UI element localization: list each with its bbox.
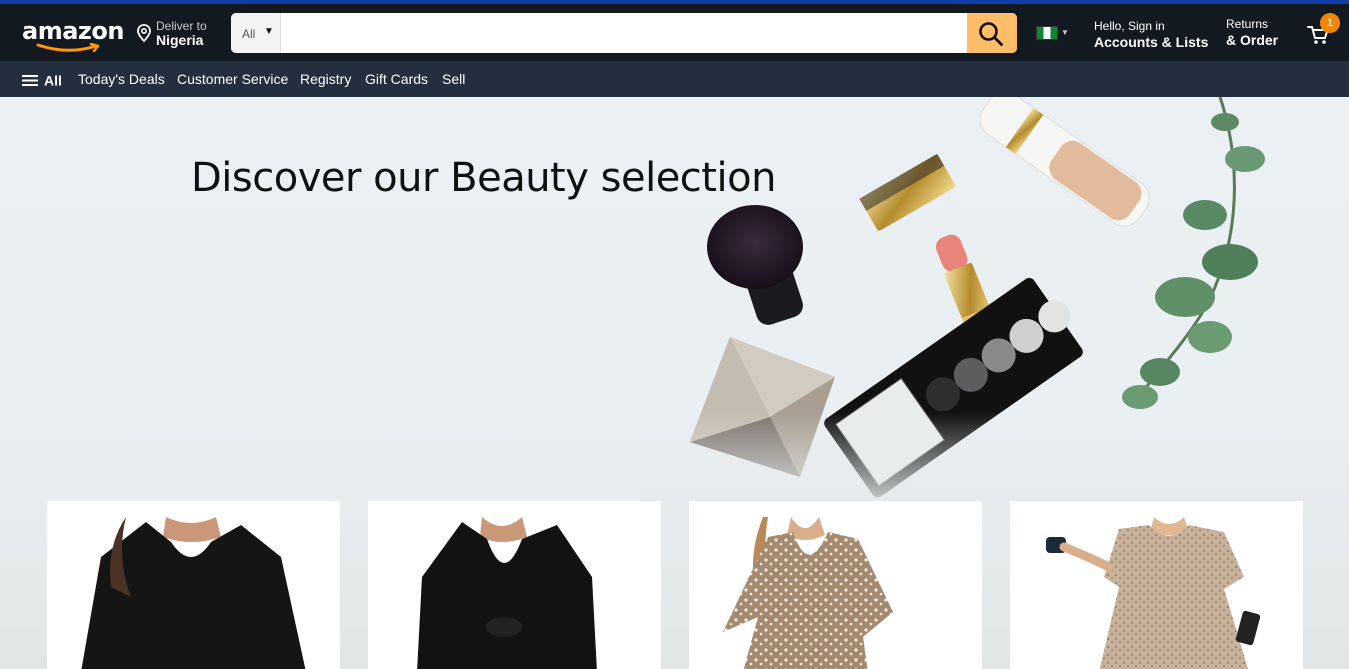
amazon-logo[interactable]: amazon: [22, 17, 124, 54]
nav-link-todays-deals[interactable]: Today's Deals: [78, 71, 165, 87]
hamburger-menu-icon: [22, 74, 38, 86]
chevron-down-icon: ▼: [1061, 28, 1069, 37]
search-bar: All ▼: [231, 13, 1017, 53]
account-lists: Accounts & Lists: [1094, 34, 1209, 50]
logo-smile-icon: [36, 43, 100, 53]
chevron-down-icon: ▼: [264, 26, 274, 37]
cart-count-badge: 1: [1320, 13, 1340, 33]
nav-link-registry[interactable]: Registry: [300, 71, 351, 87]
product-card-2[interactable]: [368, 501, 661, 669]
nav-link-sell[interactable]: Sell: [442, 71, 465, 87]
nav-link-customer-service[interactable]: Customer Service: [177, 71, 288, 87]
orders-label: & Order: [1226, 32, 1279, 48]
account-menu[interactable]: Hello, Sign in Accounts & Lists: [1094, 19, 1208, 50]
beige-puff-sleeve-dress-image: [1046, 517, 1261, 669]
search-button[interactable]: [967, 13, 1017, 53]
search-category-select[interactable]: All ▼: [231, 13, 281, 53]
location-pin-icon: [137, 24, 151, 42]
product-card-3[interactable]: [689, 501, 982, 669]
returns-orders[interactable]: Returns & Order: [1226, 17, 1278, 48]
product-card-1[interactable]: [47, 501, 340, 669]
logo-text: amazon: [22, 17, 124, 45]
deliver-country: Nigeria: [156, 32, 204, 48]
deliver-to[interactable]: Deliver to Nigeria: [136, 18, 216, 50]
all-menu-label: All: [44, 72, 62, 89]
search-icon: [979, 22, 1003, 46]
nav-belt: amazon Deliver to Nigeria All ▼ ▼ Hello,…: [0, 4, 1349, 61]
product-card-4[interactable]: [1010, 501, 1303, 669]
language-selector[interactable]: ▼: [1036, 26, 1070, 42]
deliver-to-label: Deliver to: [156, 19, 207, 33]
beauty-products-image: [640, 97, 1349, 517]
leopard-print-dress-image: [723, 517, 893, 669]
nigeria-flag-icon: [1036, 26, 1058, 40]
all-menu-button[interactable]: All: [22, 71, 62, 88]
cart-button[interactable]: 1: [1307, 13, 1343, 51]
returns-label: Returns: [1226, 17, 1269, 31]
nav-link-gift-cards[interactable]: Gift Cards: [365, 71, 428, 87]
search-input[interactable]: [281, 13, 967, 53]
account-greeting: Hello, Sign in: [1094, 19, 1165, 33]
search-category-label: All: [242, 27, 256, 41]
nav-main: All Today's Deals Customer Service Regis…: [0, 61, 1349, 97]
black-wrap-dress-image: [417, 517, 597, 669]
black-ruffle-top-image: [81, 517, 306, 669]
